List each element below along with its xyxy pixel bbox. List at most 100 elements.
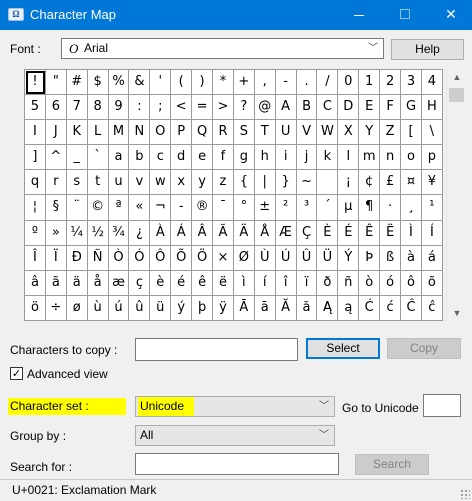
character-cell[interactable]: R xyxy=(213,120,234,146)
character-cell[interactable]: p xyxy=(421,145,443,171)
character-cell[interactable]: , xyxy=(254,70,276,96)
advanced-view-checkbox[interactable]: ✓ xyxy=(10,367,23,380)
character-cell[interactable]: 3 xyxy=(401,70,422,96)
character-cell[interactable]: ~ xyxy=(296,170,318,196)
character-cell[interactable]: ; xyxy=(150,95,172,121)
character-cell[interactable]: 2 xyxy=(380,70,402,96)
character-cell[interactable]: d xyxy=(171,145,193,171)
character-cell[interactable]: n xyxy=(380,145,402,171)
character-cell[interactable]: ¾ xyxy=(108,220,130,246)
character-cell[interactable]: ^ xyxy=(45,145,67,171)
character-cell[interactable]: ì xyxy=(233,270,255,296)
character-cell[interactable]: # xyxy=(66,70,88,96)
character-cell[interactable]: » xyxy=(45,220,67,246)
help-button[interactable]: Help xyxy=(391,39,464,60)
character-cell[interactable]: 1 xyxy=(359,70,381,96)
character-cell[interactable]: U xyxy=(275,120,297,146)
character-cell[interactable]: l xyxy=(338,145,360,171)
character-cell[interactable]: b xyxy=(129,145,151,171)
character-cell[interactable]: Ã xyxy=(213,220,234,246)
character-cell[interactable]: r xyxy=(45,170,67,196)
character-cell[interactable]: f xyxy=(213,145,234,171)
character-cell[interactable]: ñ xyxy=(338,270,360,296)
character-cell[interactable]: P xyxy=(171,120,193,146)
character-cell[interactable]: ¤ xyxy=(401,170,422,196)
character-cell[interactable]: M xyxy=(108,120,130,146)
character-cell[interactable]: V xyxy=(296,120,318,146)
character-cell[interactable]: ĉ xyxy=(421,295,443,321)
group-by-select[interactable]: All ﹀ xyxy=(135,425,335,446)
character-cell[interactable]: Þ xyxy=(359,245,381,271)
character-cell[interactable]: N xyxy=(129,120,151,146)
character-cell[interactable]: \ xyxy=(421,120,443,146)
character-cell[interactable]: ) xyxy=(192,70,214,96)
character-cell[interactable]: u xyxy=(108,170,130,196)
character-cell[interactable]: q xyxy=(25,170,46,196)
character-cell[interactable]: B xyxy=(296,95,318,121)
character-cell[interactable]: O xyxy=(150,120,172,146)
character-cell[interactable]: m xyxy=(359,145,381,171)
character-cell[interactable]: * xyxy=(213,70,234,96)
character-cell[interactable]: W xyxy=(317,120,339,146)
character-cell[interactable]: Ă xyxy=(275,295,297,321)
character-cell[interactable]: v xyxy=(129,170,151,196)
search-button[interactable]: Search xyxy=(355,454,429,475)
character-cell[interactable]: Ö xyxy=(192,245,214,271)
character-cell[interactable]: 7 xyxy=(66,95,88,121)
character-cell[interactable]: w xyxy=(150,170,172,196)
character-cell[interactable]: ã xyxy=(45,270,67,296)
character-cell[interactable]: Ô xyxy=(150,245,172,271)
character-cell[interactable]: ý xyxy=(171,295,193,321)
go-to-unicode-input[interactable] xyxy=(423,394,461,417)
character-cell[interactable] xyxy=(317,170,339,196)
character-cell[interactable]: § xyxy=(45,195,67,221)
character-cell[interactable]: ç xyxy=(129,270,151,296)
character-cell[interactable]: ö xyxy=(25,295,46,321)
character-cell[interactable]: a xyxy=(108,145,130,171)
character-cell[interactable]: } xyxy=(275,170,297,196)
character-cell[interactable]: j xyxy=(296,145,318,171)
character-cell[interactable]: á xyxy=(421,245,443,271)
character-cell[interactable]: Ù xyxy=(254,245,276,271)
character-cell[interactable]: · xyxy=(380,195,402,221)
character-cell[interactable]: Û xyxy=(296,245,318,271)
character-cell[interactable]: { xyxy=(233,170,255,196)
character-cell[interactable]: × xyxy=(213,245,234,271)
character-cell[interactable]: ü xyxy=(150,295,172,321)
character-cell[interactable]: " xyxy=(45,70,67,96)
character-cell[interactable]: Ì xyxy=(401,220,422,246)
character-cell[interactable]: à xyxy=(401,245,422,271)
character-cell[interactable]: ! xyxy=(25,70,46,96)
character-cell[interactable]: þ xyxy=(192,295,214,321)
character-cell[interactable]: L xyxy=(87,120,109,146)
character-cell[interactable]: ¶ xyxy=(359,195,381,221)
character-cell[interactable]: < xyxy=(171,95,193,121)
character-cell[interactable]: © xyxy=(87,195,109,221)
character-cell[interactable]: º xyxy=(25,220,46,246)
character-cell[interactable]: S xyxy=(233,120,255,146)
character-cell[interactable]: æ xyxy=(108,270,130,296)
character-cell[interactable]: Æ xyxy=(275,220,297,246)
character-cell[interactable]: Å xyxy=(254,220,276,246)
character-cell[interactable]: É xyxy=(338,220,360,246)
title-bar[interactable]: Ω Character Map ✕ xyxy=(0,0,472,30)
character-cell[interactable]: = xyxy=(192,95,214,121)
character-cell[interactable]: Ĉ xyxy=(401,295,422,321)
character-cell[interactable]: A xyxy=(275,95,297,121)
character-cell[interactable]: ą xyxy=(338,295,360,321)
character-cell[interactable]: Î xyxy=(25,245,46,271)
resize-grip-icon[interactable] xyxy=(460,489,470,499)
character-cell[interactable]: % xyxy=(108,70,130,96)
character-cell[interactable]: î xyxy=(275,270,297,296)
character-cell[interactable]: C xyxy=(317,95,339,121)
scroll-down-icon[interactable]: ▼ xyxy=(447,305,467,321)
character-set-select[interactable]: Unicode ﹀ xyxy=(135,396,335,417)
character-cell[interactable]: û xyxy=(129,295,151,321)
character-cell[interactable]: F xyxy=(380,95,402,121)
character-cell[interactable]: _ xyxy=(66,145,88,171)
character-cell[interactable]: Ú xyxy=(275,245,297,271)
character-cell[interactable]: ¨ xyxy=(66,195,88,221)
character-cell[interactable]: À xyxy=(150,220,172,246)
character-cell[interactable]: Ø xyxy=(233,245,255,271)
character-cell[interactable]: | xyxy=(254,170,276,196)
